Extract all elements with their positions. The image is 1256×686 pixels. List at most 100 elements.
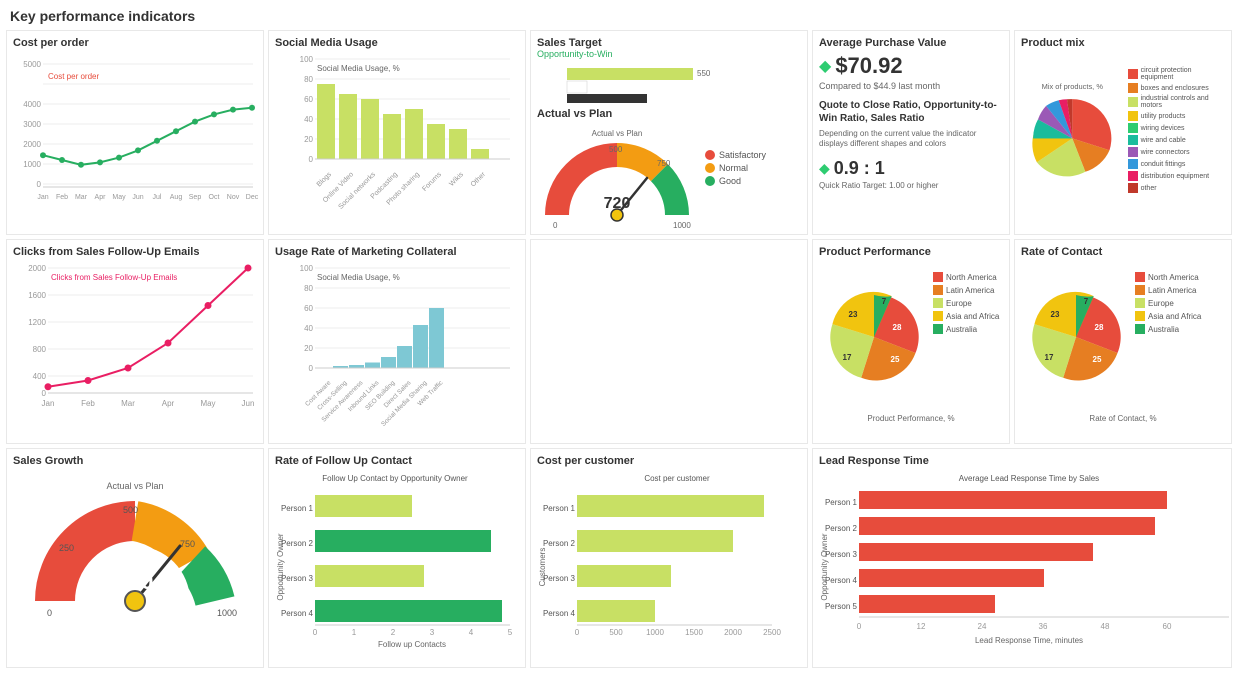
empty-middle (530, 239, 808, 444)
svg-text:7: 7 (1084, 297, 1089, 306)
svg-text:Person 1: Person 1 (281, 504, 314, 513)
svg-text:0: 0 (42, 389, 47, 398)
opportunity-to-win-label: Opportunity-to-Win (537, 49, 801, 59)
svg-text:Jun: Jun (242, 399, 255, 408)
svg-text:Aug: Aug (170, 194, 183, 201)
svg-text:Jan: Jan (37, 194, 48, 201)
svg-text:Oct: Oct (209, 194, 220, 201)
svg-text:Sep: Sep (189, 194, 202, 201)
svg-text:Social Media Usage, %: Social Media Usage, % (317, 273, 400, 282)
svg-text:Cost per customer: Cost per customer (644, 474, 710, 483)
svg-text:23: 23 (849, 310, 858, 319)
svg-text:Jun: Jun (132, 194, 143, 201)
svg-text:28: 28 (1095, 323, 1104, 332)
sales-target-bars: 550 0 250 500 750 1000 (537, 63, 802, 103)
svg-text:5: 5 (508, 628, 513, 637)
svg-text:Person 3: Person 3 (825, 550, 858, 559)
svg-text:Forums: Forums (421, 171, 443, 193)
svg-text:3: 3 (430, 628, 435, 637)
svg-text:250: 250 (59, 543, 74, 553)
svg-text:May: May (200, 399, 215, 408)
svg-text:Lead Response Time, minutes: Lead Response Time, minutes (975, 636, 1083, 645)
svg-text:Person 4: Person 4 (825, 576, 858, 585)
avg-purchase-value: $70.92 (835, 53, 902, 79)
svg-text:750: 750 (657, 159, 671, 168)
svg-text:25: 25 (1093, 355, 1102, 364)
svg-text:Clicks from Sales Follow-Up Em: Clicks from Sales Follow-Up Emails (51, 273, 177, 282)
ratio-value: 0.9 : 1 (834, 158, 885, 179)
ratio-desc: Depending on the current value the indic… (819, 129, 1003, 150)
sales-growth-panel: Sales Growth Actual vs Plan (6, 448, 264, 668)
marketing-collateral-title: Usage Rate of Marketing Collateral (275, 246, 519, 258)
svg-text:Wikis: Wikis (448, 171, 465, 188)
svg-text:100: 100 (300, 264, 314, 273)
svg-text:Person 4: Person 4 (543, 609, 576, 618)
svg-text:Blogs: Blogs (316, 171, 334, 189)
sales-growth-gauge: Actual vs Plan 720 (25, 471, 245, 651)
svg-text:Mar: Mar (75, 194, 88, 201)
clicks-email-chart: 0 400 800 1200 1600 2000 Clicks from Sal… (13, 258, 259, 433)
svg-text:0: 0 (47, 608, 52, 618)
actual-vs-plan-legend: Satisfactory Normal Good (705, 150, 766, 186)
avg-purchase-diamond: ◆ (819, 56, 831, 76)
actual-vs-plan-gauge: 720 0 500 750 1000 Actual vs Plan (537, 120, 697, 235)
sales-target-panel: Sales Target Opportunity-to-Win 550 0 25… (530, 30, 808, 235)
svg-text:25: 25 (891, 355, 900, 364)
svg-text:Jan: Jan (42, 399, 55, 408)
svg-text:Apr: Apr (162, 399, 175, 408)
actual-vs-plan-title: Actual vs Plan (537, 108, 801, 120)
svg-text:5000: 5000 (23, 60, 41, 69)
follow-up-contact-title: Rate of Follow Up Contact (275, 455, 519, 467)
svg-text:60: 60 (304, 95, 313, 104)
rate-of-contact-title: Rate of Contact (1021, 246, 1225, 258)
svg-text:0: 0 (309, 155, 314, 164)
cost-per-order-chart: 0 1000 2000 3000 4000 5000 Cost per orde… (13, 49, 259, 224)
svg-text:Dec: Dec (246, 194, 259, 201)
social-media-title: Social Media Usage (275, 37, 519, 49)
svg-text:750: 750 (180, 539, 195, 549)
product-mix-legend: circuit protection equipment boxes and e… (1128, 67, 1225, 193)
svg-text:Person 2: Person 2 (825, 524, 858, 533)
svg-text:1600: 1600 (28, 291, 46, 300)
svg-text:2000: 2000 (724, 628, 742, 637)
svg-text:3000: 3000 (23, 120, 41, 129)
svg-text:Person 3: Person 3 (543, 574, 576, 583)
svg-text:Follow Up Contact by Opportuni: Follow Up Contact by Opportunity Owner (322, 474, 468, 483)
product-performance-legend: North America Latin America Europe Asia … (933, 272, 999, 334)
lead-response-chart: Average Lead Response Time by Sales Oppo… (819, 467, 1229, 667)
avg-purchase-panel: Average Purchase Value ◆ $70.92 Compared… (812, 30, 1010, 235)
product-performance-chart: 28 25 17 23 7 (819, 262, 929, 412)
svg-text:720: 720 (117, 569, 154, 594)
svg-text:1000: 1000 (217, 608, 237, 618)
ratio-diamond: ◆ (819, 160, 830, 177)
svg-text:Nov: Nov (227, 194, 240, 201)
cost-per-customer-panel: Cost per customer Cost per customer Cust… (530, 448, 808, 668)
svg-text:2500: 2500 (763, 628, 781, 637)
rate-of-contact-subtitle: Rate of Contact, % (1021, 414, 1225, 423)
ratio-target: Quick Ratio Target: 1.00 or higher (819, 181, 1003, 190)
lead-response-title: Lead Response Time (819, 455, 1225, 467)
dashboard-header: Key performance indicators (6, 6, 1250, 30)
svg-text:1200: 1200 (28, 318, 46, 327)
svg-text:720: 720 (604, 195, 631, 212)
svg-text:60: 60 (304, 304, 313, 313)
svg-text:1000: 1000 (673, 221, 691, 230)
svg-text:0: 0 (313, 628, 318, 637)
marketing-collateral-chart: Social Media Usage, % 0 20 40 60 80 100 (275, 258, 521, 433)
svg-text:40: 40 (304, 324, 313, 333)
svg-text:Mar: Mar (121, 399, 135, 408)
svg-text:20: 20 (304, 344, 313, 353)
svg-text:Apr: Apr (95, 194, 107, 201)
sales-growth-title: Sales Growth (13, 455, 257, 467)
svg-text:80: 80 (304, 284, 313, 293)
product-mix-chart: Mix of products, % (1021, 49, 1124, 209)
svg-text:Actual vs Plan: Actual vs Plan (106, 481, 163, 491)
svg-text:17: 17 (843, 353, 852, 362)
cost-per-order-panel: Cost per order 0 1000 2000 3000 4000 500… (6, 30, 264, 235)
svg-text:0: 0 (309, 364, 314, 373)
svg-text:0: 0 (553, 221, 558, 230)
svg-text:36: 36 (1039, 622, 1048, 631)
svg-text:Feb: Feb (81, 399, 95, 408)
svg-text:4000: 4000 (23, 100, 41, 109)
svg-text:60: 60 (1163, 622, 1172, 631)
